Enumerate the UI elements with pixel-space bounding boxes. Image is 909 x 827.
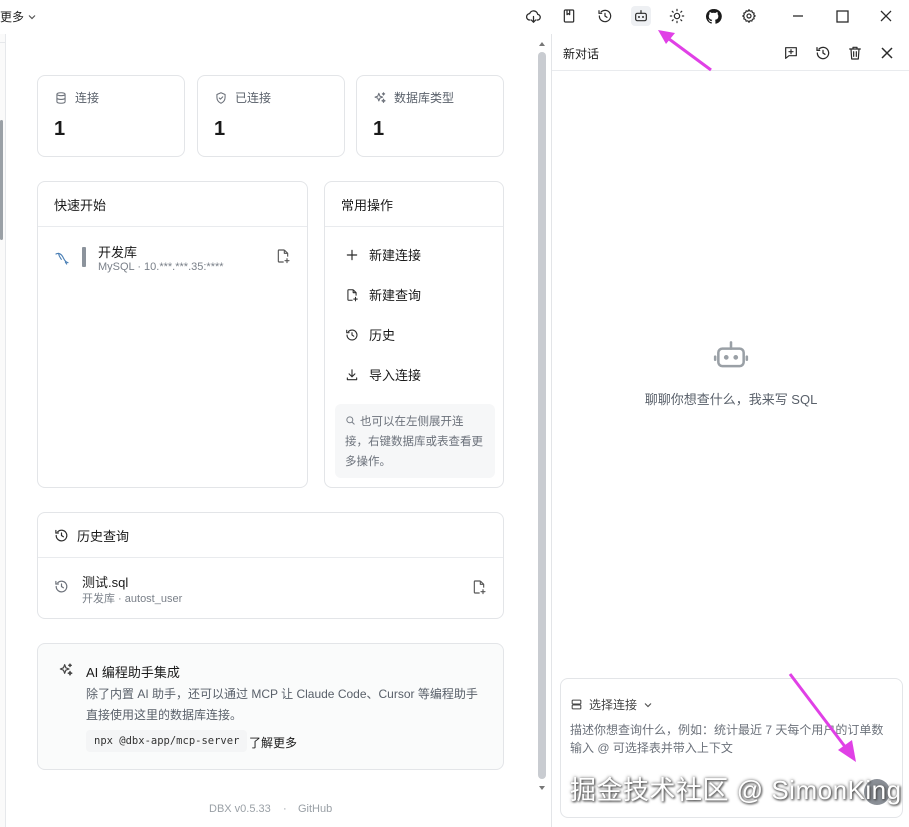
- op-new-connection[interactable]: 新建连接: [345, 245, 421, 264]
- ai-panel-header: 新对话: [552, 34, 909, 71]
- history-item-icon: [55, 580, 68, 593]
- database-icon: [56, 91, 66, 104]
- op-label: 导入连接: [369, 368, 422, 383]
- minimize-button[interactable]: [788, 6, 808, 26]
- ai-empty-state-text: 聊聊你想查什么，我来写 SQL: [644, 392, 818, 407]
- stat-card-db-types: 数据库类型 1: [356, 75, 504, 157]
- quick-start-card: 快速开始 开发库 MySQL · 10.***.***.35:****: [37, 181, 308, 488]
- history-icon: [55, 529, 68, 541]
- annotation-arrow-icon: [658, 30, 712, 72]
- notebook-icon[interactable]: [559, 6, 579, 26]
- ai-integration-title: AI 编程助手集成: [86, 665, 180, 680]
- version-label: DBX v0.5.33: [209, 803, 271, 815]
- stat-value: 1: [214, 118, 226, 140]
- operations-header: 常用操作: [325, 182, 503, 227]
- file-plus-icon: [347, 288, 358, 301]
- chat-history-icon[interactable]: [814, 44, 832, 62]
- history-header: 历史查询: [38, 513, 503, 558]
- download-icon: [346, 368, 358, 380]
- operations-hint: 也可以在左侧展开连接，右键数据库或表查看更多操作。: [335, 404, 495, 478]
- history-title: 历史查询: [77, 528, 130, 544]
- history-item-sub: 开发库 · autost_user: [82, 593, 183, 605]
- bot-icon: [713, 341, 749, 368]
- history-icon: [346, 329, 358, 340]
- stat-label-text: 数据库类型: [394, 91, 455, 105]
- operations-title: 常用操作: [341, 197, 394, 213]
- chevron-down-icon: [28, 14, 36, 19]
- github-icon[interactable]: [703, 6, 723, 26]
- more-menu-label: 更多: [0, 10, 25, 24]
- main-scrollbar-thumb[interactable]: [538, 52, 546, 779]
- op-label: 历史: [369, 328, 396, 343]
- connection-name[interactable]: 开发库: [98, 242, 137, 261]
- stat-value: 1: [373, 118, 385, 140]
- sidebar-scrollbar[interactable]: [0, 120, 3, 240]
- bot-icon[interactable]: [631, 6, 651, 26]
- stat-value: 1: [54, 118, 66, 140]
- connection-select-label: 选择连接: [589, 698, 638, 712]
- gear-icon[interactable]: [739, 6, 759, 26]
- trash-icon[interactable]: [846, 44, 864, 62]
- open-query-file-icon[interactable]: [471, 579, 487, 595]
- stat-label: 已连接: [214, 89, 271, 106]
- op-label: 新建查询: [369, 288, 422, 303]
- new-chat-icon[interactable]: [782, 44, 800, 62]
- shield-check-icon: [216, 91, 226, 104]
- op-import-connection[interactable]: 导入连接: [345, 365, 421, 384]
- sparkles-icon: [59, 663, 73, 676]
- close-panel-icon[interactable]: [878, 44, 896, 62]
- footer-separator: ·: [283, 803, 287, 815]
- scroll-down-arrow-icon[interactable]: [538, 784, 546, 792]
- stat-label: 连接: [54, 89, 99, 106]
- more-menu[interactable]: 更多: [0, 8, 37, 25]
- search-icon: [346, 416, 355, 425]
- connection-color-bar: [82, 247, 86, 267]
- chevron-down-icon: [644, 702, 652, 707]
- server-icon: [571, 699, 582, 710]
- stat-card-connected: 已连接 1: [197, 75, 345, 157]
- annotation-arrow-icon: [788, 673, 856, 762]
- connection-select[interactable]: 选择连接: [570, 696, 653, 713]
- sun-icon[interactable]: [667, 6, 687, 26]
- sparkles-icon: [374, 91, 386, 103]
- op-new-query[interactable]: 新建查询: [345, 285, 421, 304]
- stat-card-connections: 连接 1: [37, 75, 185, 157]
- ai-integration-card: AI 编程助手集成 除了内置 AI 助手，还可以通过 MCP 让 Claude …: [37, 643, 504, 770]
- cloud-download-icon[interactable]: [523, 6, 543, 26]
- title-bar: 更多: [0, 0, 909, 32]
- common-operations-card: 常用操作 新建连接 新建查询 历史 导入连接 也可以在左侧展开连接，右键数据库或…: [324, 181, 504, 488]
- operations-hint-text: 也可以在左侧展开连接，右键数据库或表查看更多操作。: [345, 416, 483, 468]
- maximize-button[interactable]: [832, 6, 852, 26]
- history-item-name[interactable]: 测试.sql: [82, 572, 128, 591]
- sidebar-divider: [0, 34, 6, 43]
- stat-label: 数据库类型: [373, 89, 454, 106]
- close-window-button[interactable]: [876, 6, 896, 26]
- stat-label-text: 已连接: [235, 91, 272, 105]
- ai-integration-desc: 除了内置 AI 助手，还可以通过 MCP 让 Claude Code、Curso…: [86, 687, 478, 722]
- ai-panel-title: 新对话: [563, 47, 600, 61]
- op-history[interactable]: 历史: [345, 325, 395, 344]
- scroll-up-arrow-icon[interactable]: [538, 40, 546, 48]
- learn-more-link[interactable]: 了解更多: [249, 734, 297, 751]
- history-icon[interactable]: [595, 6, 615, 26]
- stat-label-text: 连接: [75, 91, 100, 105]
- watermark-text: 掘金技术社区 @ SimonKing: [570, 775, 902, 805]
- quick-start-title: 快速开始: [54, 197, 107, 213]
- mcp-command-code[interactable]: npx @dbx-app/mcp-server: [86, 730, 248, 752]
- mysql-dolphin-icon: [55, 252, 69, 265]
- github-link[interactable]: GitHub: [298, 803, 332, 815]
- history-queries-card: 历史查询 测试.sql 开发库 · autost_user: [37, 512, 504, 619]
- new-query-file-icon[interactable]: [275, 248, 291, 264]
- quick-start-header: 快速开始: [38, 182, 307, 227]
- plus-icon: [346, 249, 358, 260]
- op-label: 新建连接: [369, 248, 422, 263]
- connection-address: MySQL · 10.***.***.35:****: [98, 261, 224, 273]
